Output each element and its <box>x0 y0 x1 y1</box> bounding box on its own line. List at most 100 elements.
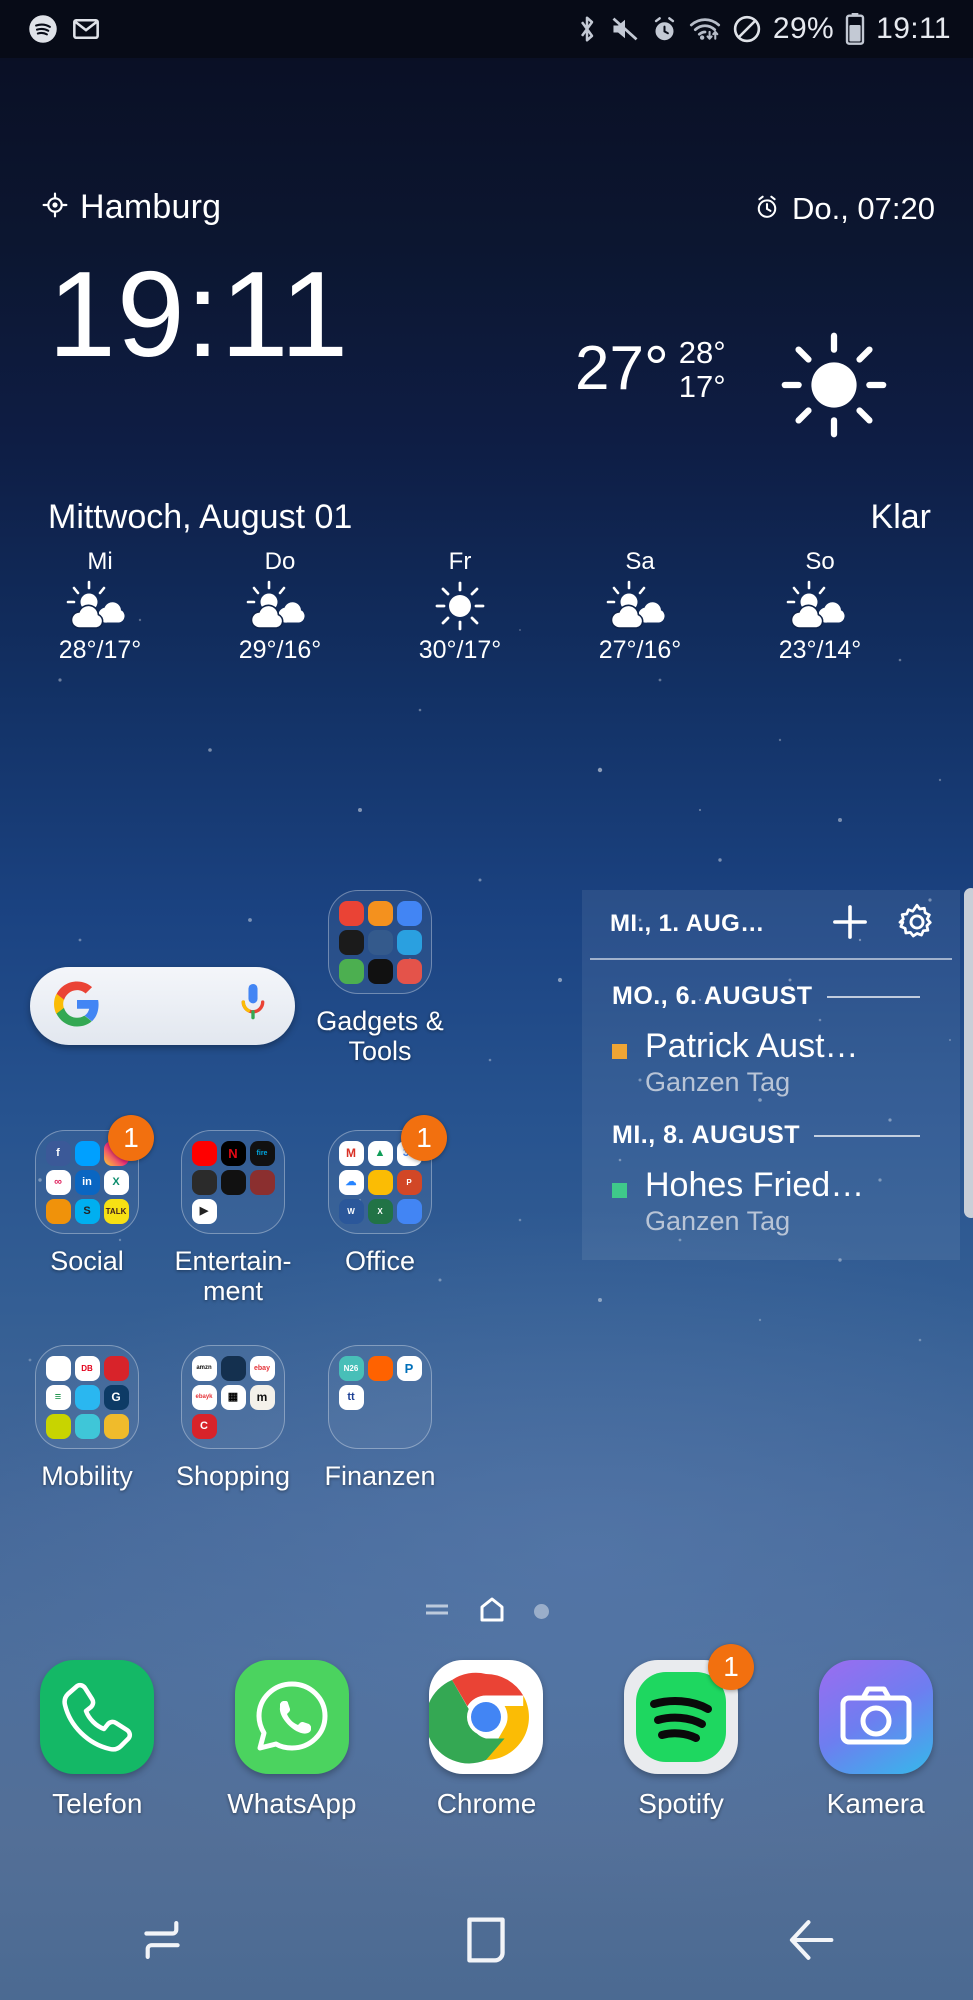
camera-icon[interactable] <box>818 1660 933 1774</box>
microphone-icon[interactable] <box>237 982 269 1031</box>
app-mini-icon: X <box>103 1169 129 1195</box>
app-mini-icon: N26 <box>338 1355 364 1381</box>
status-bar-clock: 19:11 <box>876 12 951 45</box>
alarm-row[interactable]: Do., 07:20 <box>754 191 935 227</box>
dot-icon[interactable] <box>534 1604 549 1619</box>
app-mini-icon <box>338 900 364 926</box>
app-mini-icon-empty <box>221 1414 246 1439</box>
dock-app-label: Spotify <box>638 1788 724 1819</box>
app-mini-icon: G <box>103 1384 129 1410</box>
app-mini-icon: S <box>74 1198 100 1224</box>
alarm-clock-icon <box>754 194 780 225</box>
event-subtitle: Ganzen Tag <box>645 1206 791 1236</box>
phone-icon[interactable] <box>40 1660 155 1774</box>
forecast-row[interactable]: Mi 28°/17° Do 29°/16° Fr 30°/17° Sa 27°/… <box>10 548 910 665</box>
google-search-bar[interactable] <box>30 967 295 1045</box>
battery-percent-label: 29% <box>772 12 835 45</box>
folder-preview[interactable]: f ∞ in X S TALK 1 <box>35 1115 154 1234</box>
folder-preview[interactable]: M ▲ 31 ☁ P W X 1 <box>328 1115 447 1234</box>
forecast-day[interactable]: Sa 27°/16° <box>550 548 730 665</box>
app-mini-icon-empty <box>368 1414 393 1439</box>
app-mini-icon <box>74 1384 100 1410</box>
folder-label: Finanzen <box>324 1461 436 1491</box>
home-square-icon[interactable] <box>324 1880 648 2000</box>
home-icon[interactable] <box>478 1596 506 1627</box>
app-mini-icon: ebay <box>249 1355 275 1381</box>
dock-app-whatsapp[interactable]: WhatsApp <box>195 1660 390 1860</box>
current-temp-label: 27° <box>575 334 669 403</box>
spotify-icon <box>28 14 58 44</box>
dnd-icon <box>732 14 762 44</box>
folder-preview[interactable] <box>328 890 432 994</box>
forecast-day-label: Do <box>264 548 296 575</box>
dock-app-chrome[interactable]: Chrome <box>389 1660 584 1860</box>
forecast-day[interactable]: So 23°/14° <box>730 548 910 665</box>
calendar-date-label: MI., 8. AUGUST <box>612 1121 801 1149</box>
status-bar: 29% 19:11 <box>0 0 973 58</box>
calendar-event[interactable]: Patrick Aust… Ganzen Tag <box>582 1011 960 1099</box>
folder-preview[interactable]: N26 P tt <box>328 1345 432 1449</box>
whatsapp-icon[interactable] <box>234 1660 349 1774</box>
folder-mobility[interactable]: DB ≡ G Mobility <box>12 1345 162 1491</box>
folder-entertainment[interactable]: N fire ▶ Entertain- ment <box>158 1130 308 1306</box>
sun-cloud-icon <box>239 578 321 634</box>
folder-office[interactable]: M ▲ 31 ☁ P W X 1 Office <box>305 1115 455 1276</box>
app-mini-icon: P <box>396 1355 422 1381</box>
folder-label: Mobility <box>41 1461 133 1491</box>
forecast-day-label: Mi <box>87 548 113 575</box>
dock-app-telefon[interactable]: Telefon <box>0 1660 195 1860</box>
folder-social[interactable]: f ∞ in X S TALK 1 Social <box>12 1115 162 1276</box>
location-row[interactable]: Hamburg <box>42 188 221 227</box>
app-mini-icon: C <box>191 1413 217 1439</box>
event-color-dot <box>612 1044 627 1059</box>
clock-widget-time[interactable]: 19:11 <box>48 253 349 375</box>
calendar-widget[interactable]: MI., 1. AUG… MO., 6. AUGUST Patrick Aust… <box>582 890 960 1260</box>
calendar-date-label: MO., 6. AUGUST <box>612 982 813 1010</box>
notification-badge: 1 <box>401 1115 447 1161</box>
spotify-icon[interactable]: 1 <box>624 1644 755 1774</box>
dock-app-kamera[interactable]: Kamera <box>778 1660 973 1860</box>
forecast-day[interactable]: Do 29°/16° <box>190 548 370 665</box>
folder-shopping[interactable]: amzn ebay ebayk ▦ m C Shopping <box>158 1345 308 1491</box>
app-mini-icon <box>338 958 364 984</box>
app-mini-icon <box>367 929 393 955</box>
app-mini-icon: W <box>338 1198 364 1224</box>
weather-clock-widget[interactable]: Hamburg Do., 07:20 19:11 27° 28° 17° Mit… <box>0 58 973 664</box>
recents-icon[interactable] <box>0 1880 324 2000</box>
status-bar-system-icons: 29% 19:11 <box>575 12 951 46</box>
lines-icon[interactable] <box>424 1599 450 1624</box>
folder-preview[interactable]: amzn ebay ebayk ▦ m C <box>181 1345 285 1449</box>
current-date-label: Mittwoch, August 01 <box>48 498 353 536</box>
forecast-day-label: Fr <box>448 548 472 575</box>
calendar-header: MI., 1. AUG… <box>582 890 960 958</box>
folder-preview[interactable]: N fire ▶ <box>181 1130 285 1234</box>
plus-icon[interactable] <box>828 900 872 949</box>
app-mini-icon: m <box>249 1384 275 1410</box>
back-arrow-icon[interactable] <box>649 1880 973 2000</box>
dock-app-label: Telefon <box>52 1788 143 1819</box>
location-label: Hamburg <box>80 188 222 226</box>
app-mini-icon <box>74 1413 100 1439</box>
folder-preview[interactable]: DB ≡ G <box>35 1345 139 1449</box>
battery-icon <box>845 13 865 45</box>
folder-gadgets-tools[interactable]: Gadgets & Tools <box>305 890 455 1066</box>
folder-finanzen[interactable]: N26 P tt Finanzen <box>305 1345 455 1491</box>
app-mini-icon <box>249 1169 275 1195</box>
forecast-day[interactable]: Mi 28°/17° <box>10 548 190 665</box>
forecast-temps-label: 29°/16° <box>238 636 322 664</box>
calendar-scrollbar[interactable] <box>964 888 973 1218</box>
notification-badge: 1 <box>108 1115 154 1161</box>
gear-icon[interactable] <box>896 901 938 948</box>
dock-app-spotify[interactable]: 1 Spotify <box>584 1644 779 1860</box>
app-mini-icon: DB <box>74 1355 100 1381</box>
calendar-event[interactable]: Hohes Fried… Ganzen Tag <box>582 1150 960 1238</box>
app-mini-icon-empty <box>339 1414 364 1439</box>
current-temperature-block[interactable]: 27° 28° 17° <box>575 334 726 404</box>
event-title: Patrick Aust… <box>645 1027 859 1065</box>
app-mini-icon <box>396 900 422 926</box>
folder-label: Entertain- ment <box>174 1246 292 1306</box>
chrome-icon[interactable] <box>429 1660 544 1774</box>
forecast-day[interactable]: Fr 30°/17° <box>370 548 550 665</box>
app-mini-icon: ▶ <box>191 1198 217 1224</box>
forecast-temps-label: 23°/14° <box>778 636 862 664</box>
